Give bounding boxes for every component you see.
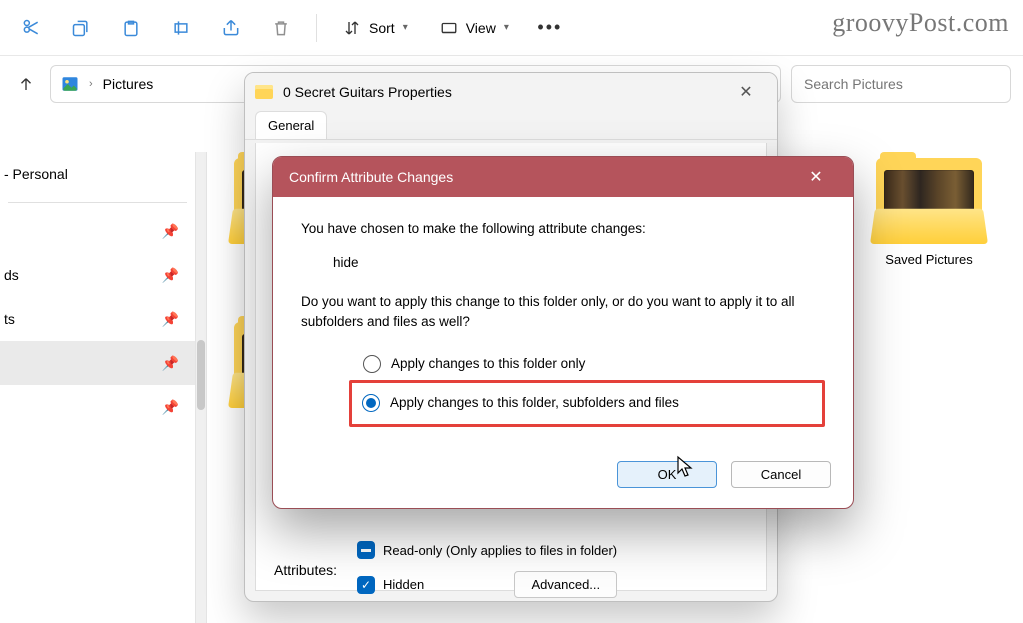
confirm-intro: You have chosen to make the following at… [301,219,825,239]
sidebar-scrollbar[interactable] [195,152,207,623]
confirm-dialog: Confirm Attribute Changes ✕ You have cho… [272,156,854,509]
scissors-icon [21,18,41,38]
properties-titlebar[interactable]: 0 Secret Guitars Properties ✕ [245,73,777,111]
sort-button[interactable]: Sort ▾ [329,13,422,43]
ellipsis-icon: ••• [537,17,562,38]
close-icon: ✕ [809,167,822,187]
radio-label: Apply changes to this folder, subfolders… [390,393,679,413]
pictures-icon [61,75,79,93]
rename-button[interactable] [158,8,204,48]
toolbar: Sort ▾ View ▾ ••• groovyPost.com [0,0,1023,56]
checkbox-icon [357,541,375,559]
readonly-checkbox[interactable]: Read-only (Only applies to files in fold… [357,541,617,559]
advanced-button[interactable]: Advanced... [514,571,617,598]
radio-icon [363,355,381,373]
highlight: Apply changes to this folder, subfolders… [349,380,825,426]
pin-icon: 📌 [162,355,179,372]
breadcrumb-location[interactable]: Pictures [103,76,154,92]
confirm-body: You have chosen to make the following at… [273,197,853,447]
more-button[interactable]: ••• [527,8,573,48]
radio-recursive[interactable]: Apply changes to this folder, subfolders… [362,387,812,419]
folder-item[interactable]: Saved Pictures [859,158,999,267]
scrollbar-thumb[interactable] [197,340,205,410]
copy-icon [71,18,91,38]
cancel-button[interactable]: Cancel [731,461,831,488]
sidebar-separator [8,202,187,203]
sort-label: Sort [369,20,395,36]
view-label: View [466,20,496,36]
confirm-title: Confirm Attribute Changes [289,169,453,185]
confirm-change: hide [333,253,825,273]
close-icon: ✕ [739,82,752,102]
attributes-row: Attributes: Read-only (Only applies to f… [274,541,748,598]
nav-up-button[interactable] [12,70,40,98]
arrow-up-icon [17,75,35,93]
clipboard-icon [121,18,141,38]
confirm-titlebar[interactable]: Confirm Attribute Changes ✕ [273,157,853,197]
confirm-buttons: OK Cancel [273,447,853,508]
sidebar-item[interactable]: ds 📌 [0,253,195,297]
share-button[interactable] [208,8,254,48]
sidebar-item[interactable]: 📌 [0,209,195,253]
properties-tabs: General [245,111,777,140]
cut-button[interactable] [8,8,54,48]
chevron-right-icon: › [89,78,93,90]
chevron-down-icon: ▾ [403,22,408,33]
toolbar-separator [316,14,317,42]
copy-button[interactable] [58,8,104,48]
tab-general[interactable]: General [255,111,327,139]
hidden-label: Hidden [383,577,424,592]
sidebar-item[interactable]: 📌 [0,385,195,429]
search-input[interactable] [791,65,1011,103]
properties-title: 0 Secret Guitars Properties [283,84,452,100]
pin-icon: 📌 [162,223,179,240]
pin-icon: 📌 [162,399,179,416]
rename-icon [171,18,191,38]
sidebar-item-label: ds [4,267,19,283]
view-button[interactable]: View ▾ [426,13,523,43]
folder-label: Saved Pictures [859,252,999,267]
pin-icon: 📌 [162,311,179,328]
folder-icon [870,158,988,244]
radio-icon [362,394,380,412]
confirm-question: Do you want to apply this change to this… [301,292,825,333]
trash-icon [271,18,291,38]
sidebar-item-label: ts [4,311,15,327]
sort-icon [343,19,361,37]
sidebar-item-label: - Personal [4,166,68,182]
view-icon [440,19,458,37]
attributes-label: Attributes: [274,562,337,578]
radio-folder-only[interactable]: Apply changes to this folder only [363,348,825,380]
nav-sidebar: - Personal 📌 ds 📌 ts 📌 📌 📌 [0,112,195,623]
radio-group: Apply changes to this folder only Apply … [363,348,825,427]
paste-button[interactable] [108,8,154,48]
sidebar-item[interactable]: 📌 [0,341,195,385]
sidebar-item[interactable]: ts 📌 [0,297,195,341]
hidden-checkbox[interactable]: ✓ Hidden [357,576,424,594]
chevron-down-icon: ▾ [504,22,509,33]
properties-close-button[interactable]: ✕ [725,77,767,107]
radio-label: Apply changes to this folder only [391,354,585,374]
checkbox-icon: ✓ [357,576,375,594]
delete-button[interactable] [258,8,304,48]
share-icon [221,18,241,38]
readonly-label: Read-only (Only applies to files in fold… [383,543,617,558]
watermark: groovyPost.com [832,8,1009,38]
pin-icon: 📌 [162,267,179,284]
ok-button[interactable]: OK [617,461,717,488]
folder-icon [255,85,273,99]
sidebar-item[interactable]: - Personal [0,152,195,196]
confirm-close-button[interactable]: ✕ [795,162,837,192]
